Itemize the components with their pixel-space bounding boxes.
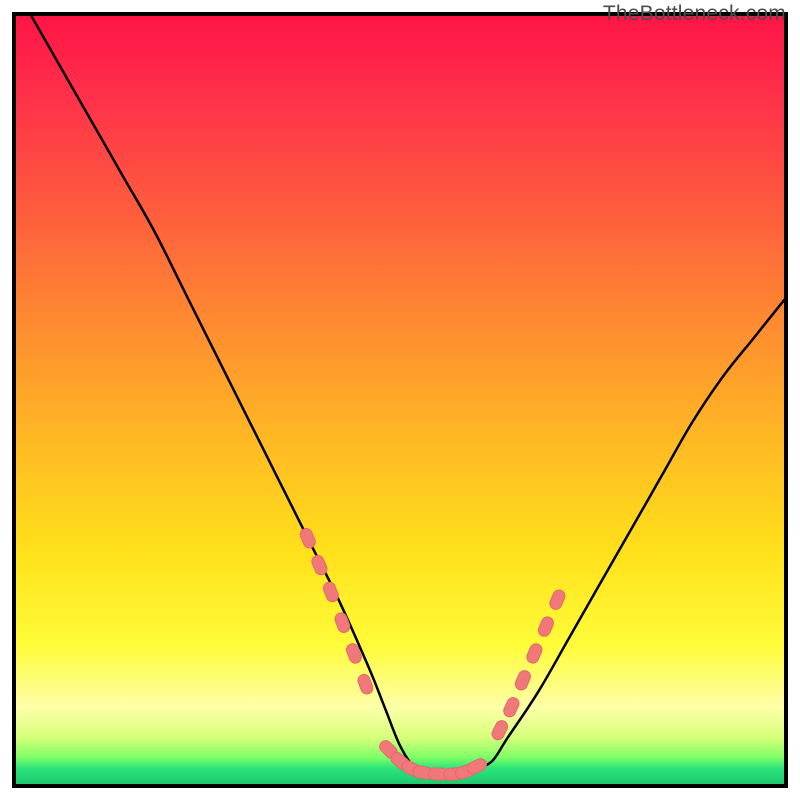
curve-marker — [536, 615, 555, 638]
curve-marker — [548, 588, 567, 611]
curve-marker — [525, 642, 544, 665]
curve-marker — [333, 611, 351, 634]
plot-area — [12, 12, 788, 788]
curve-marker — [502, 696, 521, 719]
chart-frame: TheBottleneck.com — [0, 0, 800, 800]
curve-marker — [513, 669, 532, 692]
watermark-text: TheBottleneck.com — [603, 2, 786, 26]
bottleneck-curve — [31, 16, 784, 777]
curve-marker — [298, 527, 317, 550]
valley-markers — [298, 527, 567, 781]
curve-layer — [16, 16, 784, 784]
